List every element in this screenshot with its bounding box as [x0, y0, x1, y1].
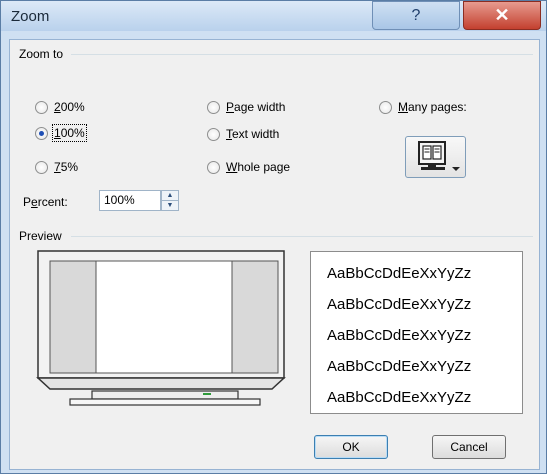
sample-line: AaBbCcDdEeXxYyZz	[327, 296, 472, 313]
spinner-up-icon[interactable]: ▲	[162, 191, 178, 201]
sample-line: AaBbCcDdEeXxYyZz	[327, 358, 472, 375]
sample-line: AaBbCcDdEeXxYyZz	[327, 327, 472, 344]
radio-75-label: 75%	[54, 160, 79, 174]
ok-button[interactable]: OK	[314, 435, 388, 459]
radio-text-width[interactable]: Text width	[207, 127, 279, 141]
close-icon: ✕	[494, 5, 510, 25]
monitor-preview-graphic	[36, 250, 286, 406]
radio-page-width[interactable]: Page width	[207, 100, 285, 114]
radio-100[interactable]: 100%	[35, 124, 87, 142]
radio-whole-page-dot	[207, 160, 220, 174]
radio-100-label: 100%	[52, 124, 87, 142]
radio-whole-page-label: Whole page	[226, 160, 291, 174]
radio-many-pages-dot	[379, 100, 392, 114]
dialog-title: Zoom	[11, 8, 50, 25]
radio-75-dot	[35, 160, 48, 174]
zoom-to-separator	[71, 54, 533, 55]
radio-whole-page[interactable]: Whole page	[207, 160, 290, 174]
sample-line: AaBbCcDdEeXxYyZz	[327, 389, 472, 406]
radio-text-width-label: Text width	[226, 127, 280, 141]
percent-label: Percent:	[23, 195, 68, 209]
help-button[interactable]: ?	[372, 1, 460, 30]
zoom-dialog: Zoom ? ✕ Zoom to 200% 100% 75% Page widt…	[0, 0, 547, 474]
percent-input[interactable]: 100%	[99, 190, 161, 211]
radio-page-width-dot	[207, 100, 220, 114]
radio-many-pages[interactable]: Many pages:	[379, 100, 467, 114]
percent-spinner[interactable]: ▲ ▼	[161, 190, 179, 211]
monitor-pages-icon	[418, 141, 460, 171]
many-pages-button[interactable]	[405, 136, 466, 178]
close-button[interactable]: ✕	[463, 1, 541, 30]
radio-text-width-dot	[207, 127, 220, 141]
zoom-to-label: Zoom to	[19, 47, 64, 61]
preview-label: Preview	[19, 229, 62, 243]
title-bar: Zoom ? ✕	[1, 1, 546, 31]
monitor-preview	[36, 249, 297, 412]
radio-75[interactable]: 75%	[35, 160, 78, 174]
radio-200-label: 200%	[54, 100, 85, 114]
sample-line: AaBbCcDdEeXxYyZz	[327, 265, 472, 282]
preview-separator	[71, 236, 533, 237]
spinner-down-icon[interactable]: ▼	[162, 201, 178, 210]
text-sample-preview: AaBbCcDdEeXxYyZz AaBbCcDdEeXxYyZz AaBbCc…	[310, 251, 523, 414]
help-icon: ?	[411, 6, 421, 24]
radio-page-width-label: Page width	[226, 100, 286, 114]
radio-100-dot	[35, 126, 48, 140]
radio-many-pages-label: Many pages:	[398, 100, 467, 114]
radio-200-dot	[35, 100, 48, 114]
radio-200[interactable]: 200%	[35, 100, 85, 114]
cancel-button[interactable]: Cancel	[432, 435, 506, 459]
